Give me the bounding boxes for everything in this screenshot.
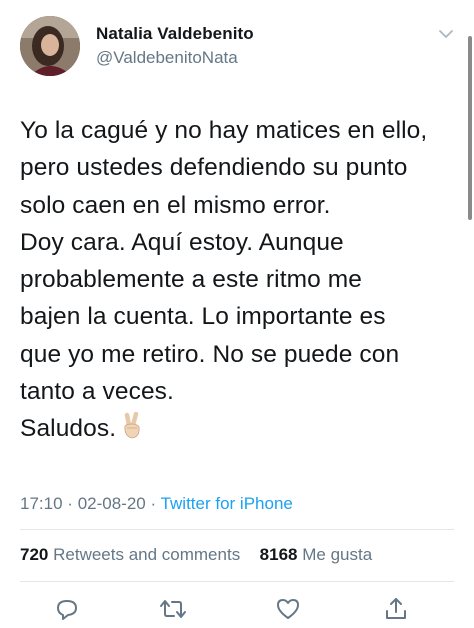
tweet-actions bbox=[20, 594, 454, 624]
reply-button[interactable] bbox=[52, 594, 82, 624]
reply-icon bbox=[57, 600, 77, 620]
chevron-down-icon[interactable] bbox=[438, 28, 454, 40]
victory-hand-icon bbox=[120, 412, 144, 451]
share-button[interactable] bbox=[381, 594, 411, 624]
tweet-meta: 17:10 · 02-08-20 · Twitter for iPhone bbox=[20, 494, 293, 514]
divider bbox=[20, 529, 454, 530]
retweets-count[interactable]: 720 bbox=[20, 545, 48, 564]
user-names: Natalia Valdebenito @ValdebenitoNata bbox=[96, 24, 254, 68]
tweet-text: Yo la cagué y no hay matices en ello, pe… bbox=[20, 112, 460, 452]
like-button[interactable] bbox=[273, 594, 303, 624]
tweet-date: 02-08-20 bbox=[77, 494, 146, 513]
share-icon bbox=[386, 598, 406, 619]
tweet-time: 17:10 bbox=[20, 494, 63, 513]
meta-separator: · bbox=[67, 494, 73, 513]
retweets-label[interactable]: Retweets and comments bbox=[53, 545, 240, 564]
user-handle[interactable]: @ValdebenitoNata bbox=[96, 48, 254, 68]
retweet-button[interactable] bbox=[158, 594, 188, 624]
avatar-image bbox=[20, 16, 80, 76]
likes-count[interactable]: 8168 bbox=[260, 545, 298, 564]
meta-separator: · bbox=[150, 494, 157, 513]
scrollbar[interactable] bbox=[468, 36, 472, 220]
tweet-body: Yo la cagué y no hay matices en ello, pe… bbox=[20, 117, 428, 443]
tweet-header: Natalia Valdebenito @ValdebenitoNata bbox=[20, 16, 460, 82]
display-name[interactable]: Natalia Valdebenito bbox=[96, 24, 254, 44]
tweet-source-link[interactable]: Twitter for iPhone bbox=[161, 494, 293, 513]
tweet-stats: 720 Retweets and comments 8168 Me gusta bbox=[20, 545, 372, 565]
likes-label[interactable]: Me gusta bbox=[302, 545, 372, 564]
heart-icon bbox=[277, 599, 299, 619]
avatar[interactable] bbox=[20, 16, 80, 76]
divider bbox=[20, 581, 454, 582]
retweet-icon bbox=[160, 600, 186, 618]
